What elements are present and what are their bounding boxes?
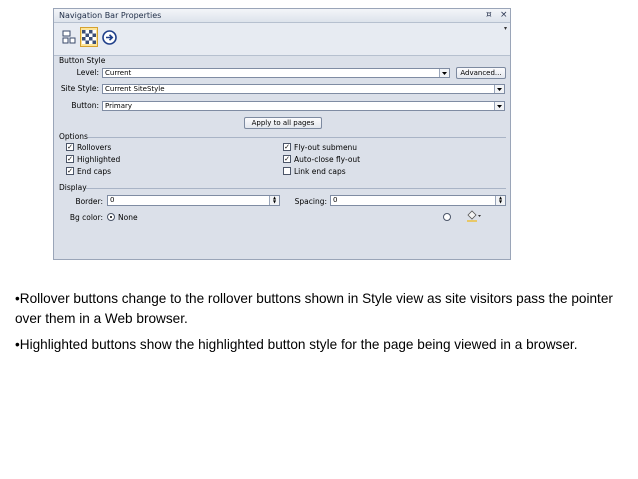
bg-color-custom-radio[interactable] [443,213,451,221]
navigation-arrow-icon [101,29,117,45]
site-style-select-value: Current SiteStyle [105,85,165,93]
navigation-arrow-button[interactable] [100,27,118,47]
bg-color-label: Bg color: [69,213,103,222]
fly-out-submenu-checkbox[interactable]: ✓ [283,143,291,151]
apply-to-all-pages-button[interactable]: Apply to all pages [244,117,322,129]
paint-bucket-icon[interactable] [465,210,481,224]
spacing-value: 0 [333,196,338,204]
button-select-value: Primary [105,102,133,110]
general-layout-button[interactable] [60,27,78,47]
panel-toolbar: ▾ [54,23,510,56]
bullet-rollover: •Rollover buttons change to the rollover… [15,291,613,326]
general-layout-icon [62,30,76,44]
panel-titlebar: Navigation Bar Properties ¤ × [54,9,510,23]
panel-title: Navigation Bar Properties [59,11,162,20]
spacing-stepper[interactable]: 0 ▲ ▼ [330,195,506,206]
navigation-bar-properties-panel: Navigation Bar Properties ¤ × ▾ Button S… [53,8,511,260]
button-style-icon [82,30,96,44]
chevron-down-icon [494,102,504,110]
chevron-down-icon [494,85,504,93]
toolbar-scroll-icon[interactable]: ▾ [502,25,509,53]
link-end-caps-label: Link end caps [294,167,346,176]
auto-close-fly-out-checkbox[interactable]: ✓ [283,155,291,163]
advanced-button[interactable]: Advanced... [456,67,506,79]
rollovers-checkbox[interactable]: ✓ [66,143,74,151]
site-style-label: Site Style: [60,84,99,93]
level-select[interactable]: Current [102,68,450,78]
slide-bullets: •Rollover buttons change to the rollover… [15,289,625,361]
chevron-down-icon [439,69,449,77]
border-value: 0 [110,196,115,204]
radio-dot-icon [110,216,112,218]
bg-color-none-label: None [118,213,138,222]
rollovers-label: Rollovers [77,143,112,152]
button-select[interactable]: Primary [102,101,505,111]
pin-icon[interactable]: ¤ [486,10,492,20]
options-group-label: Options [59,132,88,141]
button-style-group-label: Button Style [59,56,106,65]
options-separator [88,137,506,138]
end-caps-label: End caps [77,167,112,176]
display-separator [86,188,506,189]
bullet-highlighted: •Highlighted buttons show the highlighte… [15,337,578,352]
auto-close-fly-out-label: Auto-close fly-out [294,155,361,164]
level-select-value: Current [105,69,132,77]
end-caps-checkbox[interactable]: ✓ [66,167,74,175]
level-label: Level: [76,68,99,77]
spin-arrows-icon[interactable]: ▲ ▼ [495,196,505,205]
spacing-label: Spacing: [294,197,327,206]
border-label: Border: [75,197,103,206]
close-icon[interactable]: × [500,10,508,20]
bg-color-none-radio[interactable] [107,213,115,221]
link-end-caps-checkbox[interactable] [283,167,291,175]
button-label: Button: [71,101,99,110]
highlighted-checkbox[interactable]: ✓ [66,155,74,163]
site-style-select[interactable]: Current SiteStyle [102,84,505,94]
border-stepper[interactable]: 0 ▲ ▼ [107,195,280,206]
highlighted-label: Highlighted [77,155,121,164]
spin-arrows-icon[interactable]: ▲ ▼ [269,196,279,205]
fly-out-submenu-label: Fly-out submenu [294,143,358,152]
display-group-label: Display [59,183,87,192]
button-style-button[interactable] [80,27,98,47]
